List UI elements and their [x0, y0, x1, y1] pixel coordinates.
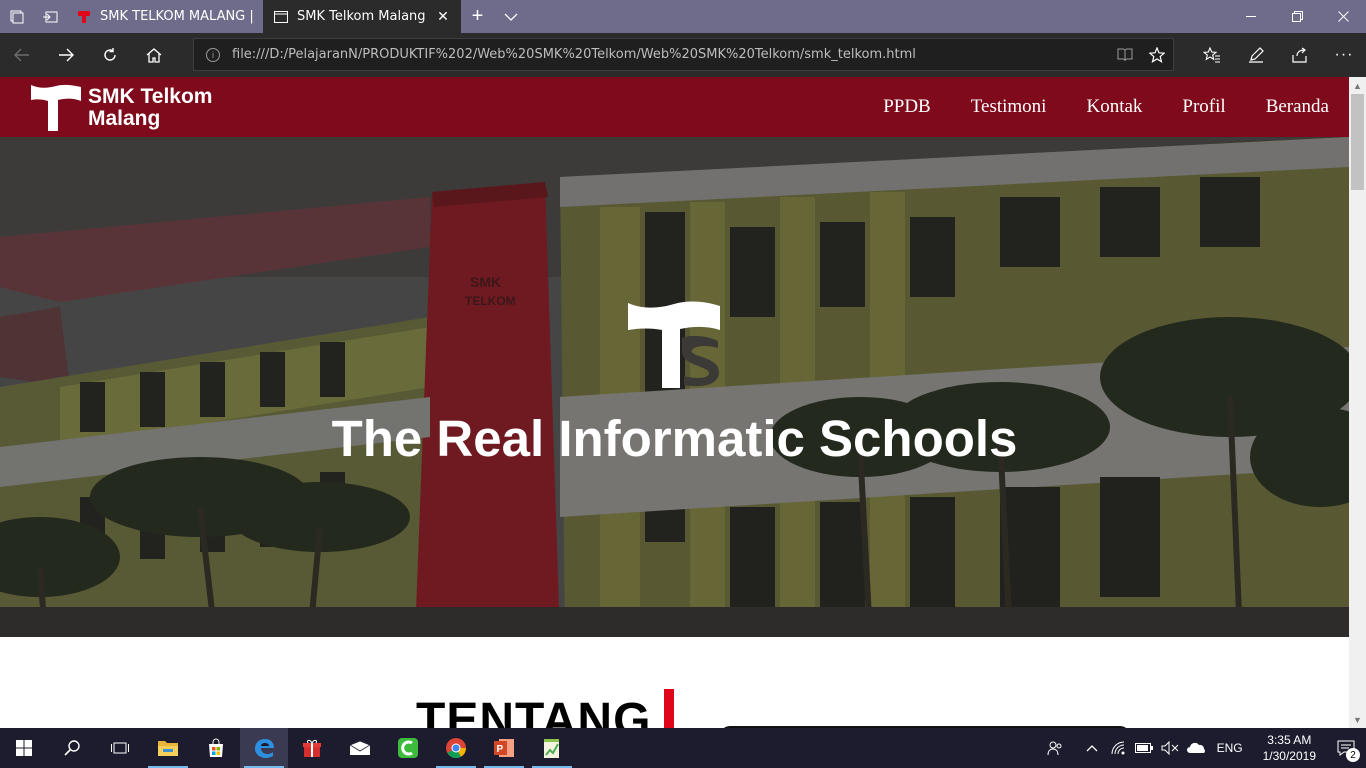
about-title: TENTANG [416, 694, 652, 728]
menu-item-kontak[interactable]: Kontak [1086, 96, 1142, 118]
about-section: TENTANG [0, 637, 1349, 728]
scroll-up-icon[interactable]: ▲ [1349, 77, 1366, 94]
web-page: SMK Telkom Malang PPDB Testimoni Kontak … [0, 77, 1349, 728]
refresh-icon[interactable] [88, 33, 132, 77]
hero-title: The Real Informatic Schools [331, 410, 1018, 467]
battery-icon[interactable] [1132, 743, 1156, 753]
clock-date: 1/30/2019 [1262, 749, 1316, 763]
gift-app-icon[interactable] [288, 728, 336, 768]
brand-line-1: SMK Telkom [88, 85, 213, 108]
tab-title: SMK Telkom Malang [297, 9, 426, 24]
scroll-thumb[interactable] [1351, 94, 1364, 190]
search-icon[interactable] [48, 728, 96, 768]
language-indicator[interactable]: ENG [1217, 741, 1243, 755]
scroll-down-icon[interactable]: ▼ [1349, 711, 1366, 728]
favorites-icon[interactable] [1190, 33, 1234, 77]
system-tray: ENG 3:35 AM 1/30/2019 2 [1042, 728, 1366, 768]
tab-title: SMK TELKOM MALANG | Th [100, 9, 253, 24]
main-menu: PPDB Testimoni Kontak Profil Beranda [843, 77, 1329, 137]
address-bar[interactable]: i file:///D:/PelajaranN/PRODUKTIF%202/We… [193, 38, 1174, 71]
notepad-plus-icon[interactable] [528, 728, 576, 768]
close-tab-icon[interactable]: ✕ [435, 9, 451, 25]
show-hidden-icons-chevron-icon[interactable] [1080, 744, 1104, 752]
wifi-icon[interactable] [1106, 741, 1130, 755]
new-tab-icon[interactable]: + [461, 0, 494, 33]
mail-icon[interactable] [336, 728, 384, 768]
chevron-down-icon[interactable] [494, 0, 527, 33]
minimize-icon[interactable] [1228, 0, 1274, 33]
tab-smk-telkom-malang-th[interactable]: SMK TELKOM MALANG | Th [66, 0, 263, 33]
url-text[interactable]: file:///D:/PelajaranN/PRODUKTIF%202/Web%… [232, 47, 1109, 62]
start-windows-icon[interactable] [0, 728, 48, 768]
clock[interactable]: 3:35 AM 1/30/2019 [1263, 732, 1316, 764]
browser-titlebar: SMK TELKOM MALANG | Th SMK Telkom Malang… [0, 0, 1366, 33]
menu-item-testimoni[interactable]: Testimoni [971, 96, 1047, 118]
restore-icon[interactable] [1274, 0, 1320, 33]
tab-manager-icon[interactable] [0, 0, 33, 33]
hero-section: SMK TELKOM The Real Informatic Schools [0, 137, 1349, 637]
favorite-star-icon[interactable] [1141, 46, 1173, 63]
about-accent-bar [664, 689, 674, 728]
page-scrollbar[interactable]: ▲ ▼ [1349, 77, 1366, 728]
notification-count-badge: 2 [1346, 748, 1360, 762]
action-center-icon[interactable]: 2 [1326, 728, 1366, 768]
store-icon[interactable] [192, 728, 240, 768]
more-options-icon[interactable]: ··· [1322, 33, 1366, 77]
telkom-favicon-icon [76, 9, 92, 25]
svg-text:P: P [497, 744, 504, 755]
forward-icon[interactable] [44, 33, 88, 77]
set-aside-tabs-icon[interactable] [33, 0, 66, 33]
site-header: SMK Telkom Malang PPDB Testimoni Kontak … [0, 77, 1349, 137]
telkom-schools-logo-icon [628, 301, 720, 388]
back-icon[interactable] [0, 33, 44, 77]
notes-pen-icon[interactable] [1234, 33, 1278, 77]
share-icon[interactable] [1278, 33, 1322, 77]
edge-browser-icon[interactable] [240, 728, 288, 768]
chrome-icon[interactable] [432, 728, 480, 768]
file-explorer-icon[interactable] [144, 728, 192, 768]
camtasia-icon[interactable] [384, 728, 432, 768]
clock-time: 3:35 AM [1267, 733, 1312, 747]
menu-item-ppdb[interactable]: PPDB [883, 96, 931, 118]
page-icon [273, 9, 289, 25]
task-view-icon[interactable] [96, 728, 144, 768]
browser-toolbar: i file:///D:/PelajaranN/PRODUKTIF%202/We… [0, 33, 1366, 77]
tab-smk-telkom-malang[interactable]: SMK Telkom Malang ✕ [263, 0, 461, 33]
brand-line-2: Malang [88, 107, 161, 130]
menu-item-beranda[interactable]: Beranda [1266, 96, 1329, 118]
volume-muted-icon[interactable] [1158, 741, 1182, 755]
close-window-icon[interactable] [1320, 0, 1366, 33]
brand-logo[interactable]: SMK Telkom Malang [30, 83, 212, 133]
reading-view-icon[interactable] [1109, 48, 1141, 62]
menu-item-profil[interactable]: Profil [1182, 96, 1225, 118]
windows-taskbar: P ENG 3:35 AM 1/30/2019 2 [0, 728, 1366, 768]
home-icon[interactable] [132, 33, 176, 77]
telkom-logo-icon [31, 84, 81, 131]
onedrive-icon[interactable] [1184, 742, 1208, 754]
info-icon[interactable]: i [206, 47, 220, 62]
powerpoint-icon[interactable]: P [480, 728, 528, 768]
people-icon[interactable] [1043, 740, 1067, 756]
